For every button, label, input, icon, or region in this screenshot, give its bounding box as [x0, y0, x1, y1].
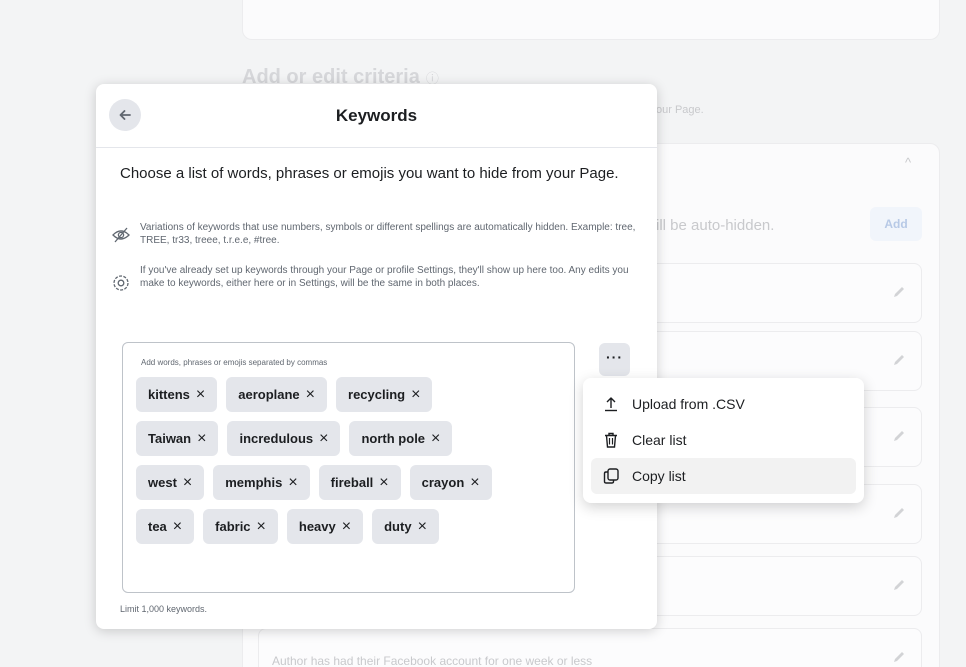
- keyword-chip-label: duty: [384, 519, 412, 534]
- remove-keyword-icon[interactable]: ×: [411, 386, 420, 403]
- keyword-chip-label: west: [148, 475, 177, 490]
- background-auto-hidden-text: ill be auto-hidden.: [656, 217, 775, 234]
- keyword-chip[interactable]: west ×: [136, 465, 205, 500]
- pencil-icon[interactable]: [891, 428, 907, 444]
- dialog-intro: Choose a list of words, phrases or emoji…: [120, 165, 619, 182]
- keyword-limit: Limit 1,000 keywords.: [120, 604, 208, 614]
- keyword-chip-label: fabric: [215, 519, 251, 534]
- keyword-chip[interactable]: tea ×: [136, 509, 195, 544]
- dialog-title: Keywords: [335, 105, 418, 125]
- more-options-button[interactable]: ···: [599, 343, 630, 376]
- keyword-chip[interactable]: memphis ×: [213, 465, 310, 500]
- keyword-chip-label: aeroplane: [238, 387, 300, 402]
- keyword-chip-row: Taiwan × incredulous × north pole ×: [136, 421, 566, 456]
- info-settings-text: If you've already set up keywords throug…: [140, 265, 629, 289]
- keyword-chip[interactable]: kittens ×: [136, 377, 218, 412]
- keyword-chip[interactable]: recycling ×: [336, 377, 433, 412]
- remove-keyword-icon[interactable]: ×: [183, 474, 192, 491]
- menu-item-label: Clear list: [632, 432, 687, 448]
- back-button[interactable]: [109, 99, 141, 131]
- remove-keyword-icon[interactable]: ×: [197, 430, 206, 447]
- keyword-chip-label: memphis: [225, 475, 283, 490]
- keyword-chip[interactable]: north pole ×: [349, 421, 453, 456]
- remove-keyword-icon[interactable]: ×: [431, 430, 440, 447]
- keyword-chip[interactable]: incredulous ×: [227, 421, 341, 456]
- trash-icon: [601, 430, 621, 450]
- keyword-chip-label: Taiwan: [148, 431, 192, 446]
- eye-off-icon: [112, 227, 130, 243]
- copy-icon: [601, 466, 621, 486]
- keyword-chip-label: heavy: [298, 519, 336, 534]
- remove-keyword-icon[interactable]: ×: [418, 518, 427, 535]
- remove-keyword-icon[interactable]: ×: [342, 518, 351, 535]
- menu-item-copy-list[interactable]: Copy list: [591, 458, 856, 494]
- arrow-left-icon: [119, 110, 131, 120]
- menu-item-label: Copy list: [632, 468, 686, 484]
- options-menu: Upload from .CSV Clear list Copy list: [583, 378, 864, 503]
- keywords-input-box[interactable]: Add words, phrases or emojis separated b…: [122, 342, 575, 593]
- info-variations-text: Variations of keywords that use numbers,…: [140, 222, 636, 246]
- remove-keyword-icon[interactable]: ×: [196, 386, 205, 403]
- remove-keyword-icon[interactable]: ×: [470, 474, 479, 491]
- remove-keyword-icon[interactable]: ×: [288, 474, 297, 491]
- keyword-chips: kittens × aeroplane × recycling × Taiwan × incre…: [136, 377, 566, 553]
- background-add-button[interactable]: Add: [870, 207, 922, 241]
- menu-item-upload-csv[interactable]: Upload from .CSV: [591, 386, 856, 422]
- keyword-chip[interactable]: fireball ×: [318, 465, 401, 500]
- keyword-chip[interactable]: fabric ×: [203, 509, 278, 544]
- keyword-chip[interactable]: heavy ×: [286, 509, 364, 544]
- gear-icon: [113, 275, 129, 291]
- remove-keyword-icon[interactable]: ×: [306, 386, 315, 403]
- background-footer-text: Author has had their Facebook account fo…: [272, 654, 593, 667]
- info-variations: Variations of keywords that use numbers,…: [110, 221, 640, 247]
- keyword-chip-label: tea: [148, 519, 167, 534]
- background-subtext: our Page.: [656, 104, 704, 116]
- keyword-chip[interactable]: crayon ×: [409, 465, 492, 500]
- keyword-chip[interactable]: aeroplane ×: [226, 377, 328, 412]
- keyword-chip-label: recycling: [348, 387, 406, 402]
- info-settings: If you've already set up keywords throug…: [110, 264, 640, 294]
- remove-keyword-icon[interactable]: ×: [379, 474, 388, 491]
- keyword-chip-label: crayon: [421, 475, 465, 490]
- remove-keyword-icon[interactable]: ×: [319, 430, 328, 447]
- keyword-chip-row: tea × fabric × heavy × duty ×: [136, 509, 566, 544]
- menu-item-label: Upload from .CSV: [632, 396, 745, 412]
- keyword-chip-row: kittens × aeroplane × recycling ×: [136, 377, 566, 412]
- dialog-header: Keywords: [96, 84, 657, 148]
- menu-item-clear-list[interactable]: Clear list: [591, 422, 856, 458]
- upload-icon: [601, 394, 621, 414]
- keyword-chip[interactable]: Taiwan ×: [136, 421, 219, 456]
- chevron-up-icon: ^: [905, 155, 912, 170]
- pencil-icon[interactable]: [891, 352, 907, 368]
- pencil-icon[interactable]: [891, 577, 907, 593]
- remove-keyword-icon[interactable]: ×: [173, 518, 182, 535]
- keyword-chip-label: north pole: [361, 431, 426, 446]
- keyword-chip-row: west × memphis × fireball × crayon ×: [136, 465, 566, 500]
- pencil-icon[interactable]: [891, 284, 907, 300]
- pencil-icon[interactable]: [891, 505, 907, 521]
- keywords-placeholder: Add words, phrases or emojis separated b…: [141, 358, 328, 367]
- keyword-chip-label: kittens: [148, 387, 190, 402]
- pencil-icon[interactable]: [891, 649, 907, 665]
- keyword-chip-label: fireball: [330, 475, 374, 490]
- remove-keyword-icon[interactable]: ×: [257, 518, 266, 535]
- keyword-chip[interactable]: duty ×: [372, 509, 439, 544]
- keywords-dialog: Keywords Choose a list of words, phrases…: [96, 84, 657, 629]
- keyword-chip-label: incredulous: [239, 431, 314, 446]
- background-card: [242, 0, 940, 40]
